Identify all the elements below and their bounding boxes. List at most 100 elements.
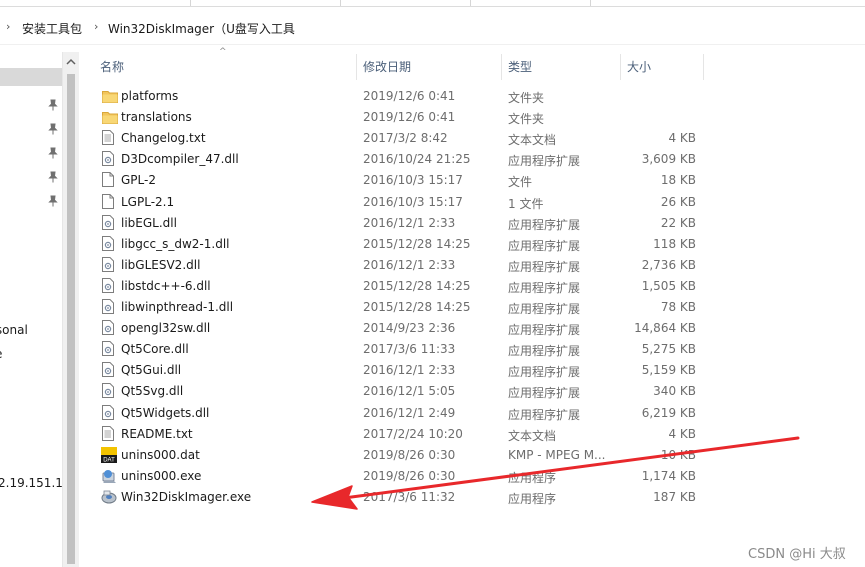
file-row[interactable]: libEGL.dll 2016/12/1 2:33 应用程序扩展 22 KB [96,213,706,234]
file-modified-date: 2017/3/6 11:33 [363,342,456,357]
dll-file-icon [102,362,116,378]
file-modified-date: 2016/12/1 2:33 [363,363,456,378]
dll-file-icon [102,320,116,336]
navigation-pane: rsonal e 2.19.151.16 [0,52,62,567]
file-row[interactable]: Win32DiskImager.exe 2017/3/6 11:32 应用程序 187… [96,487,706,508]
file-row[interactable]: opengl32sw.dll 2014/9/23 2:36 应用程序扩展 14,864… [96,318,706,339]
ribbon-divider [470,0,471,6]
file-row[interactable]: Qt5Gui.dll 2016/12/1 2:33 应用程序扩展 5,159 KB [96,360,706,381]
file-modified-date: 2016/12/1 2:49 [363,405,456,420]
file-row[interactable]: Qt5Svg.dll 2016/12/1 5:05 应用程序扩展 340 KB [96,381,706,402]
file-name: D3Dcompiler_47.dll [121,152,239,167]
file-modified-date: 2016/12/1 2:33 [363,257,456,272]
nav-pane-scrollbar[interactable] [62,52,79,567]
pin-icon[interactable] [48,99,58,111]
file-modified-date: 2019/8/26 0:30 [363,447,456,462]
file-size: 26 KB [660,194,696,209]
file-row[interactable]: Qt5Widgets.dll 2016/12/1 2:49 应用程序扩展 6,219 … [96,403,706,424]
file-type: 应用程序扩展 [508,302,581,316]
app-exe-icon [101,489,117,505]
file-row[interactable]: Qt5Core.dll 2017/3/6 11:33 应用程序扩展 5,275 KB [96,339,706,360]
nav-item[interactable]: e [0,347,2,361]
file-row[interactable]: D3Dcompiler_47.dll 2016/10/24 21:25 应用程序扩展… [96,149,706,170]
nav-selected-item[interactable] [0,68,62,86]
file-size: 6,219 KB [641,405,696,420]
file-size: 10 KB [660,447,696,462]
column-header-size[interactable]: 大小 [621,54,703,80]
file-size: 118 KB [653,236,696,251]
breadcrumb-chevron-icon[interactable]: › [94,20,98,33]
column-header-name[interactable]: 名称 [94,54,356,80]
column-divider[interactable] [703,54,704,80]
file-type: 应用程序扩展 [508,259,581,274]
ribbon-divider [590,0,591,6]
breadcrumb-chevron-icon[interactable]: › [6,20,10,33]
file-size: 3,609 KB [641,152,696,167]
installer-exe-icon [101,468,116,484]
pin-icon[interactable] [48,171,58,183]
file-name: Win32DiskImager.exe [121,489,252,504]
scrollbar-thumb[interactable] [67,74,75,564]
pin-icon[interactable] [48,195,58,207]
file-type: KMP - MPEG M... [508,447,606,462]
file-name: Qt5Svg.dll [121,384,184,399]
dll-file-icon [102,299,116,315]
file-row[interactable]: README.txt 2017/2/24 10:20 文本文档 4 KB [96,424,706,445]
file-size: 5,275 KB [641,342,696,357]
file-name: README.txt [121,426,193,441]
file-size: 22 KB [660,215,696,230]
file-name: libgcc_s_dw2-1.dll [121,236,230,251]
file-modified-date: 2017/3/6 11:32 [363,489,456,504]
file-row[interactable]: platforms 2019/12/6 0:41 文件夹 [96,86,706,107]
file-row[interactable]: libwinpthread-1.dll 2015/12/28 14:25 应用程序扩… [96,297,706,318]
column-header-type[interactable]: 类型 [502,54,620,80]
file-modified-date: 2016/10/24 21:25 [363,152,471,167]
file-size: 5,159 KB [641,363,696,378]
file-modified-date: 2017/3/2 8:42 [363,131,448,146]
file-row[interactable]: libgcc_s_dw2-1.dll 2015/12/28 14:25 应用程序扩展… [96,234,706,255]
file-row[interactable]: libGLESV2.dll 2016/12/1 2:33 应用程序扩展 2,736 K… [96,255,706,276]
nav-item-network-address[interactable]: 2.19.151.16 [0,476,62,490]
file-modified-date: 2014/9/23 2:36 [363,321,456,336]
file-row[interactable]: libstdc++-6.dll 2015/12/28 14:25 应用程序扩展 1,5… [96,276,706,297]
file-modified-date: 2015/12/28 14:25 [363,278,471,293]
ribbon-divider [340,0,341,6]
folder-icon [102,90,118,106]
file-modified-date: 2016/10/3 15:17 [363,173,463,188]
file-name: libGLESV2.dll [121,257,201,272]
file-row[interactable]: GPL-2 2016/10/3 15:17 文件 18 KB [96,170,706,191]
file-name: Changelog.txt [121,131,206,146]
address-bar[interactable]: › 安装工具包 › Win32DiskImager（U盘写入工具 [0,12,865,45]
file-name: platforms [121,89,179,103]
pin-icon[interactable] [48,123,58,135]
file-explorer-window: › 安装工具包 › Win32DiskImager（U盘写入工具 rsonal … [0,0,865,567]
file-modified-date: 2016/12/1 5:05 [363,384,456,399]
column-header-date[interactable]: 修改日期 [357,54,501,80]
file-row[interactable]: translations 2019/12/6 0:41 文件夹 [96,107,706,128]
file-row[interactable]: LGPL-2.1 2016/10/3 15:17 1 文件 26 KB [96,192,706,213]
scroll-up-arrow-icon[interactable] [66,57,76,67]
file-type: 应用程序扩展 [508,386,581,401]
dll-file-icon [102,383,116,399]
breadcrumb-item-current[interactable]: Win32DiskImager（U盘写入工具 [108,20,295,37]
pin-icon[interactable] [48,147,58,159]
file-row[interactable]: DAT unins000.dat 2019/8/26 0:30 KMP - MPEG … [96,445,706,466]
file-modified-date: 2015/12/28 14:25 [363,300,471,314]
dll-file-icon [102,235,116,252]
dll-file-icon [102,277,116,294]
kmp-dat-icon: DAT [101,446,117,463]
file-name: Qt5Gui.dll [121,363,182,378]
file-type: 应用程序 [508,470,557,485]
svg-text:DAT: DAT [103,457,115,463]
nav-item[interactable]: rsonal [0,323,28,337]
file-row[interactable]: unins000.exe 2019/8/26 0:30 应用程序 1,174 KB [96,466,706,487]
breadcrumb-item[interactable]: 安装工具包 [22,20,82,37]
file-row[interactable]: Changelog.txt 2017/3/2 8:42 文本文档 4 KB [96,128,706,149]
file-size: 4 KB [668,426,696,441]
file-name: libEGL.dll [121,215,177,230]
file-type: 应用程序扩展 [508,344,581,359]
file-modified-date: 2016/12/1 2:33 [363,215,456,230]
file-name: libstdc++-6.dll [121,278,211,293]
file-size: 4 KB [668,131,696,146]
file-size: 14,864 KB [634,321,696,336]
